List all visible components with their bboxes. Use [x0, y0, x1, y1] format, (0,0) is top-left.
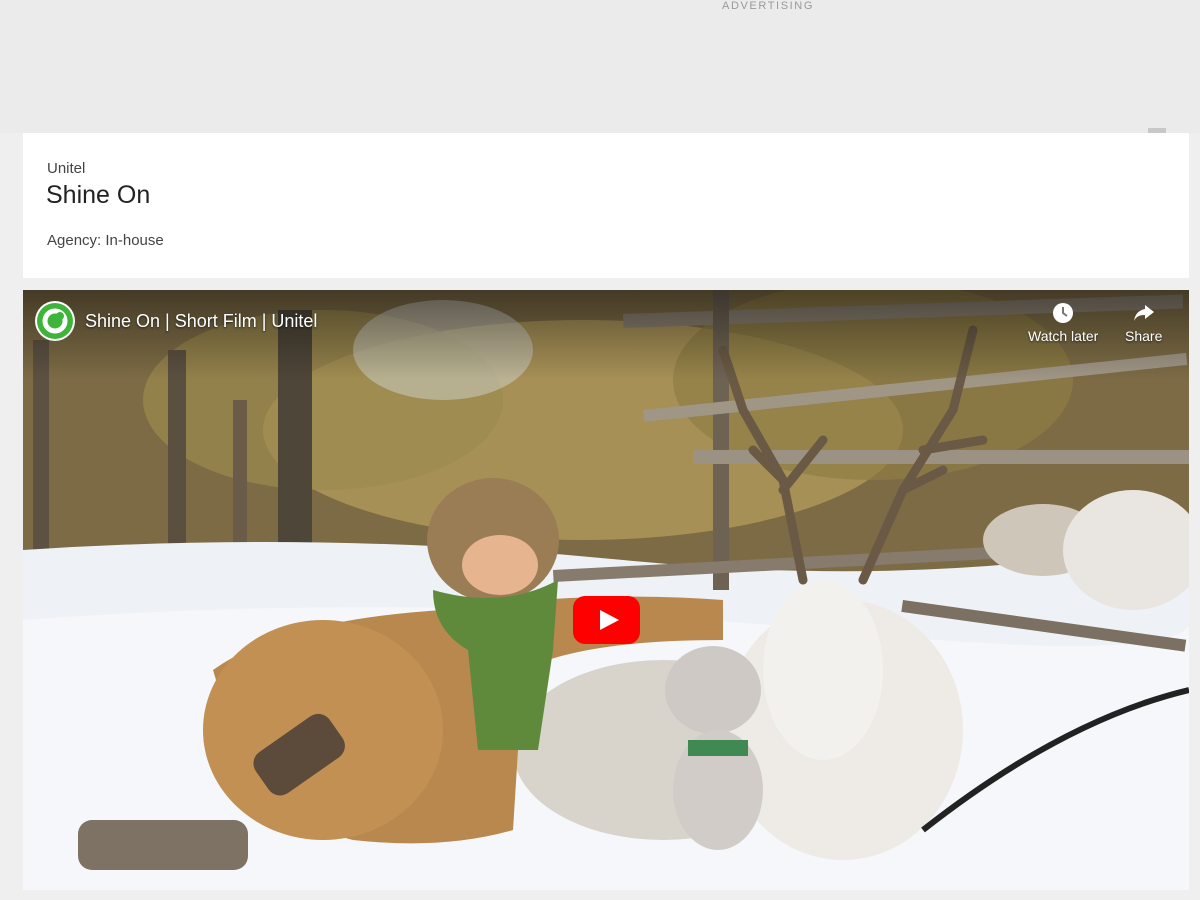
- video-thumbnail: [23, 290, 1189, 890]
- campaign-title: Shine On: [46, 181, 151, 209]
- channel-logo[interactable]: [35, 301, 75, 341]
- unitel-logo-icon: [37, 303, 73, 339]
- campaign-card: Unitel Shine On Agency: In-house: [23, 133, 1189, 278]
- advertising-area: ADVERTISING: [0, 0, 1200, 133]
- play-button[interactable]: [573, 596, 640, 644]
- watch-later-label: Watch later: [1028, 328, 1099, 344]
- video-title[interactable]: Shine On | Short Film | Unitel: [85, 311, 317, 332]
- youtube-play-icon: [573, 596, 640, 644]
- agency-label: Agency: In-house: [47, 232, 164, 249]
- title-overlay: [23, 290, 1189, 380]
- share-button[interactable]: Share: [1125, 302, 1162, 344]
- share-label: Share: [1125, 328, 1163, 344]
- advertising-label: ADVERTISING: [722, 0, 814, 12]
- watch-later-button[interactable]: Watch later: [1028, 302, 1098, 344]
- video-player[interactable]: Shine On | Short Film | Unitel Watch lat…: [23, 290, 1189, 890]
- clock-icon: [1053, 303, 1074, 323]
- brand-name: Unitel: [47, 160, 86, 177]
- share-arrow-icon: [1133, 305, 1154, 321]
